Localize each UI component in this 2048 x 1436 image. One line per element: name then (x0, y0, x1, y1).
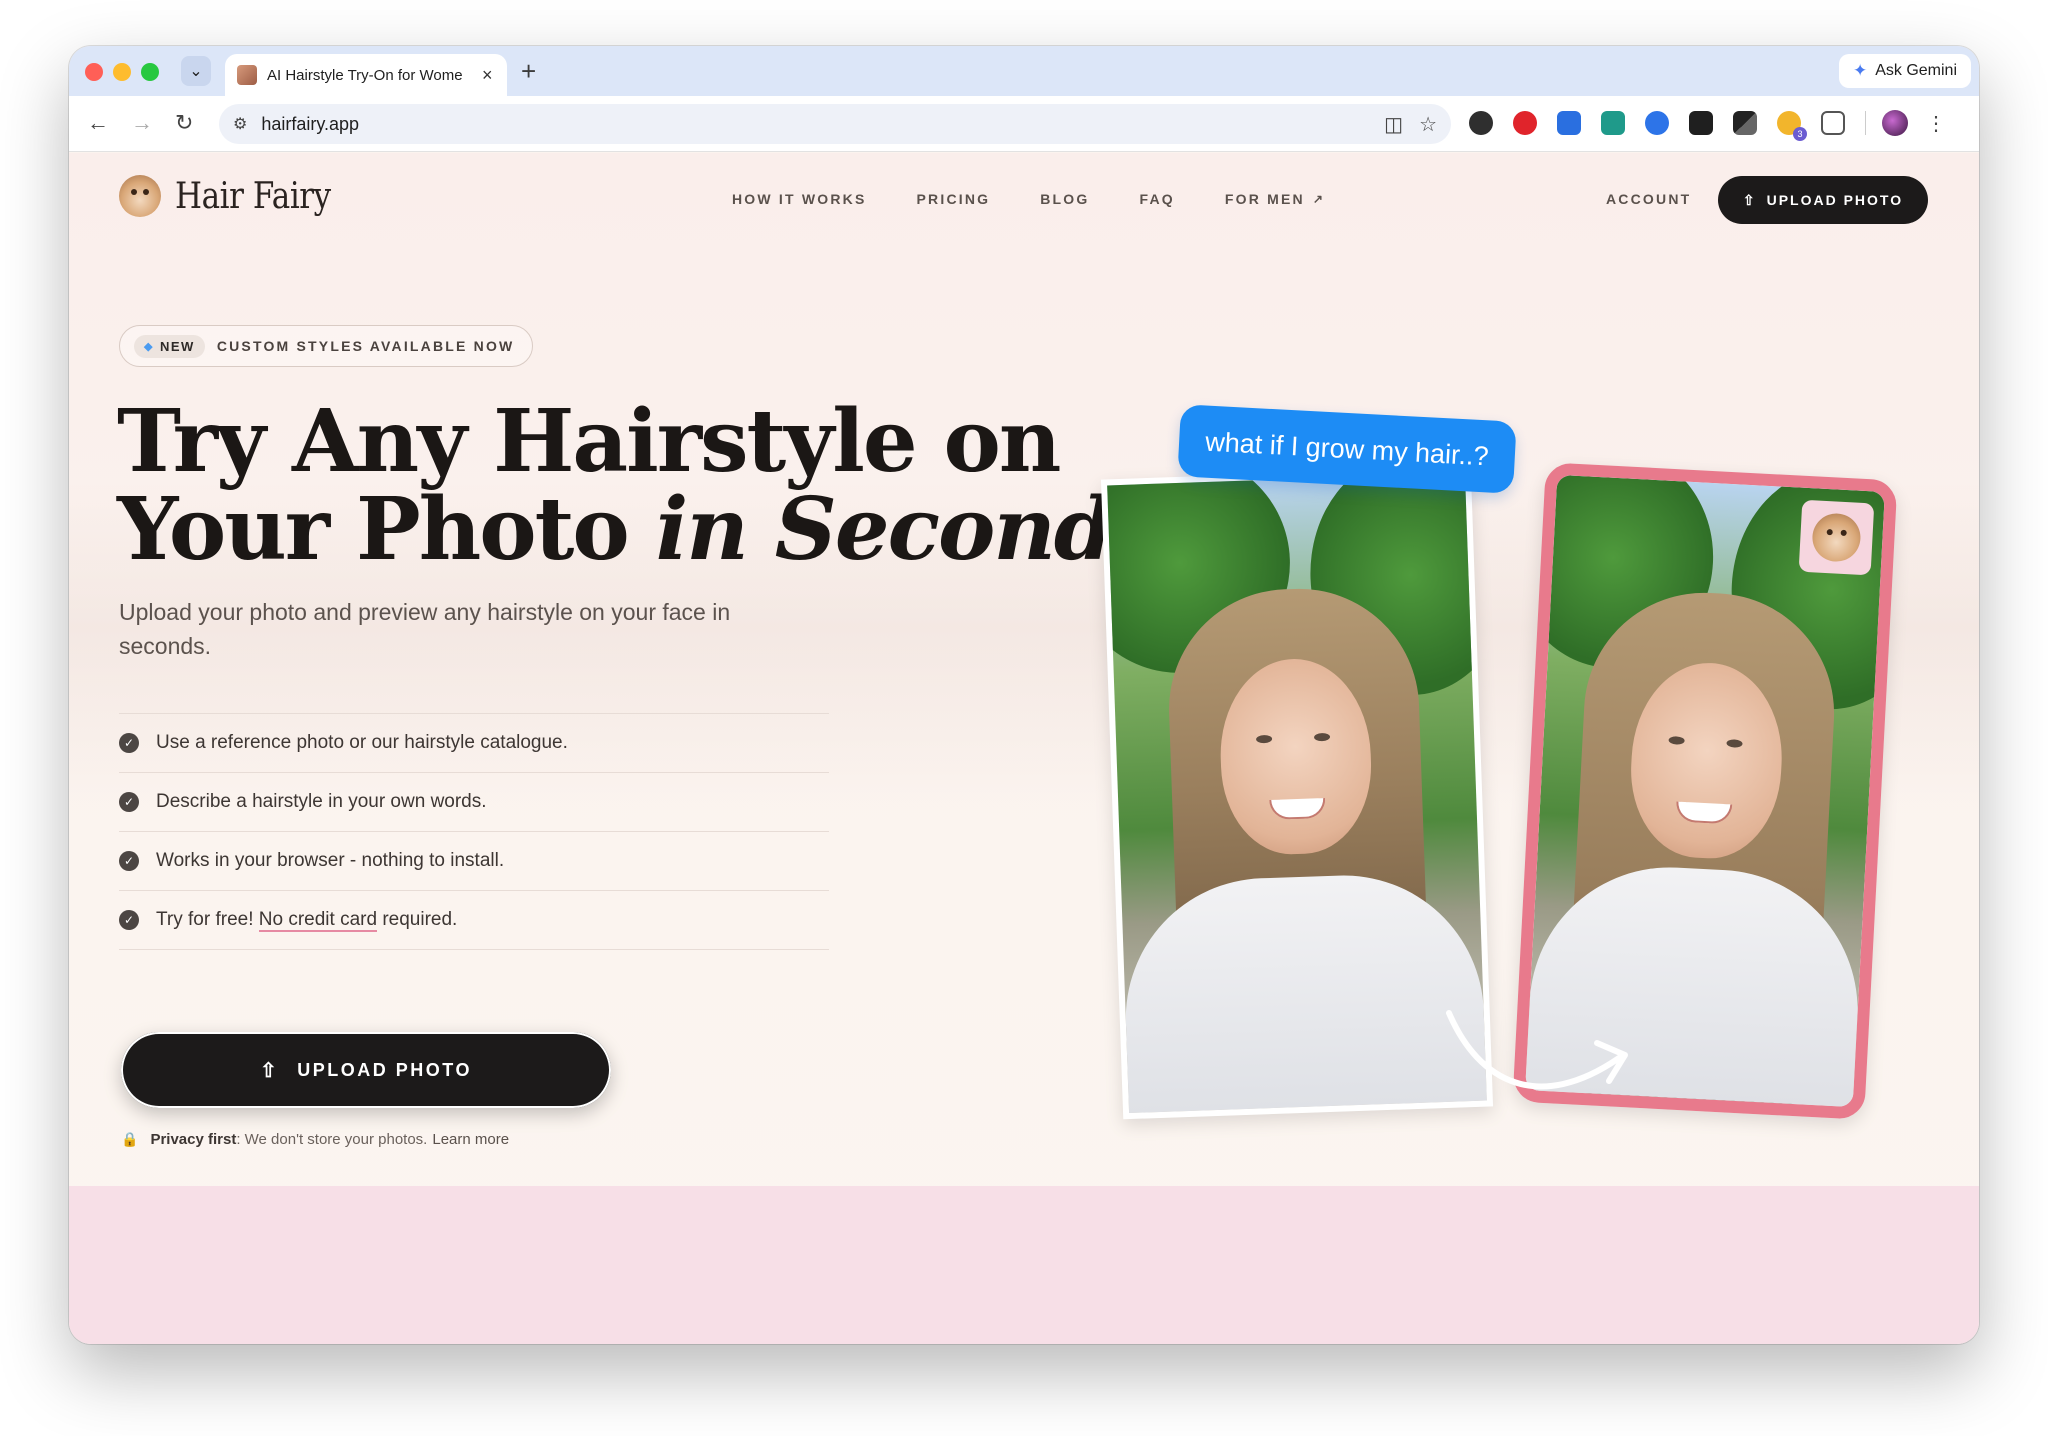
extension-count-badge: 3 (1793, 127, 1807, 141)
badge-text: CUSTOM STYLES AVAILABLE NOW (216, 338, 515, 354)
address-bar[interactable]: ⚙ hairfairy.app ◫ ☆ (219, 104, 1451, 144)
nav-for-men-label: FOR MEN (1224, 191, 1305, 207)
nav-account[interactable]: ACCOUNT (1606, 191, 1691, 207)
back-arrow-icon[interactable]: ← (87, 110, 109, 136)
new-feature-badge: ◆ NEW CUSTOM STYLES AVAILABLE NOW (119, 325, 534, 367)
feature-text: Use a reference photo or our hairstyle c… (156, 732, 568, 753)
site-settings-icon[interactable]: ⚙ (233, 114, 247, 134)
maximize-window-button[interactable] (141, 63, 159, 81)
ask-gemini-label: Ask Gemini (1875, 62, 1957, 79)
url-text[interactable]: hairfairy.app (261, 114, 1368, 135)
feature-text-free: Try for free! No credit card required. (156, 909, 458, 932)
diamond-icon: ◆ (144, 340, 154, 353)
no-credit-card-highlight: No credit card (258, 909, 378, 932)
extension-chat-icon[interactable] (1645, 111, 1669, 135)
nav-for-men[interactable]: FOR MEN ↗ (1225, 191, 1325, 207)
hamster-mascot-icon (1798, 499, 1875, 576)
privacy-strong: Privacy first (150, 1131, 237, 1148)
list-item: ✓ Describe a hairstyle in your own words… (119, 773, 829, 832)
free-suffix: required. (377, 909, 458, 930)
ask-gemini-button[interactable]: ✦ Ask Gemini (1838, 54, 1971, 88)
forward-arrow-icon[interactable]: → (131, 110, 153, 136)
extension-font-icon[interactable] (1689, 111, 1713, 135)
extension-gear-icon[interactable] (1557, 111, 1581, 135)
more-menu-icon[interactable]: ⋮ (1926, 111, 1946, 136)
hero-upload-photo-button[interactable]: ⇧ UPLOAD PHOTO (121, 1032, 611, 1108)
privacy-text: : We don't store your photos. (236, 1131, 428, 1148)
bookmark-star-icon[interactable]: ☆ (1419, 112, 1437, 137)
logo-text: Hair Fairy (175, 175, 331, 217)
reload-icon[interactable]: ↻ (175, 110, 193, 136)
close-window-button[interactable] (85, 63, 103, 81)
new-label: NEW (159, 338, 195, 354)
hamster-face (1811, 512, 1862, 563)
check-circle-icon: ✓ (119, 910, 139, 930)
site-favicon-icon (237, 65, 257, 85)
extension-bug-icon[interactable] (1469, 111, 1493, 135)
upload-icon: ⇧ (260, 1059, 280, 1082)
headline-line-1: Try Any Hairstyle on (117, 391, 1061, 492)
learn-more-link[interactable]: Learn more (432, 1131, 509, 1148)
headline-highlight: in Seconds (655, 479, 1161, 580)
extension-grid-icon[interactable] (1601, 111, 1625, 135)
headline-line-2-plain: Your Photo (117, 479, 656, 580)
new-pill: ◆ NEW (134, 334, 205, 358)
list-item: ✓ Try for free! No credit card required. (119, 891, 829, 950)
header-upload-photo-button[interactable]: ⇧ UPLOAD PHOTO (1718, 176, 1928, 224)
browser-toolbar: ← → ↻ ⚙ hairfairy.app ◫ ☆ 3 ⋮ (69, 96, 1979, 152)
gemini-sparkle-icon: ✦ (1852, 61, 1868, 80)
tab-search-button[interactable]: ⌄ (181, 56, 211, 86)
tab-strip: ⌄ AI Hairstyle Try-On for Wome × + ✦ Ask… (69, 46, 1979, 96)
site-logo[interactable]: Hair Fairy (119, 175, 356, 217)
page-content: Hair Fairy HOW IT WORKS PRICING BLOG FAQ… (69, 153, 1979, 1344)
list-item: ✓ Use a reference photo or our hairstyle… (119, 714, 829, 773)
hero-headline: Try Any Hairstyle on Your Photo in Secon… (117, 391, 1160, 574)
chevron-down-icon: ⌄ (189, 63, 203, 80)
profile-avatar[interactable] (1882, 110, 1908, 136)
curved-arrow-icon (1446, 1010, 1628, 1090)
list-item: ✓ Works in your browser - nothing to ins… (119, 832, 829, 891)
headline-line-2: Your Photo in Seconds (117, 486, 1160, 574)
install-app-icon[interactable]: ◫ (1384, 112, 1403, 137)
feature-list: ✓ Use a reference photo or our hairstyle… (119, 713, 829, 950)
browser-window: ⌄ AI Hairstyle Try-On for Wome × + ✦ Ask… (69, 46, 1979, 1344)
hamster-logo-icon (119, 175, 161, 217)
privacy-note: 🔒 Privacy first : We don't store your ph… (121, 1131, 509, 1148)
browser-tab-active[interactable]: AI Hairstyle Try-On for Wome × (225, 54, 507, 96)
main-nav: HOW IT WORKS PRICING BLOG FAQ FOR MEN ↗ (732, 191, 1375, 207)
extensions-row: 3 ⋮ (1469, 110, 1946, 141)
hero-upload-label: UPLOAD PHOTO (297, 1059, 472, 1080)
new-tab-button[interactable]: + (521, 56, 536, 86)
extension-opera-icon[interactable] (1513, 111, 1537, 135)
nav-blog[interactable]: BLOG (1040, 191, 1089, 207)
extensions-puzzle-icon[interactable] (1821, 111, 1845, 135)
tab-title: AI Hairstyle Try-On for Wome (267, 66, 463, 84)
feature-text: Works in your browser - nothing to insta… (156, 850, 505, 871)
upload-icon: ⇧ (1742, 191, 1757, 208)
extension-eyedropper-icon[interactable] (1733, 111, 1757, 135)
check-circle-icon: ✓ (119, 733, 139, 753)
lock-icon: 🔒 (121, 1131, 139, 1147)
header-upload-label: UPLOAD PHOTO (1766, 192, 1904, 208)
close-tab-icon[interactable]: × (482, 65, 493, 86)
minimize-window-button[interactable] (113, 63, 131, 81)
free-prefix: Try for free! (156, 909, 259, 930)
nav-how-it-works[interactable]: HOW IT WORKS (732, 191, 867, 207)
next-section-band (69, 1186, 1979, 1344)
nav-faq[interactable]: FAQ (1140, 191, 1175, 207)
nav-pricing[interactable]: PRICING (917, 191, 991, 207)
hero-subheadline: Upload your photo and preview any hairst… (119, 599, 731, 659)
check-circle-icon: ✓ (119, 851, 139, 871)
extension-badge-icon[interactable]: 3 (1777, 111, 1807, 141)
external-link-icon: ↗ (1312, 192, 1326, 206)
check-circle-icon: ✓ (119, 792, 139, 812)
feature-text: Describe a hairstyle in your own words. (156, 791, 487, 812)
toolbar-divider (1865, 111, 1866, 135)
